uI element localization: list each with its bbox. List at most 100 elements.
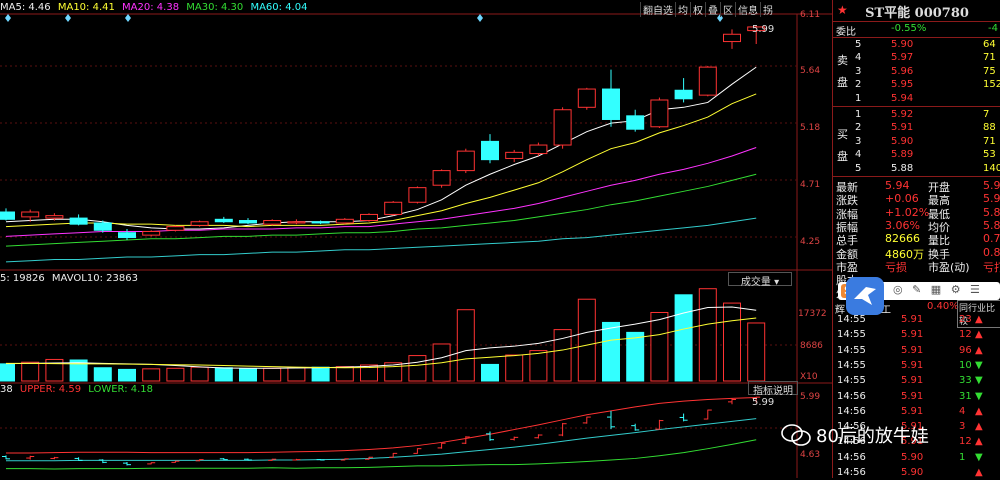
volume-bar xyxy=(650,311,669,382)
tick-row: 14:55 5.91 12 ▲ xyxy=(833,329,1000,342)
candle-body xyxy=(698,66,717,96)
arrow-down-icon: ▼ xyxy=(975,359,983,371)
candle-body xyxy=(505,151,524,159)
buy-level-price: 5.92 xyxy=(891,109,914,120)
quote-value-2: 5.8 xyxy=(983,218,1000,232)
candle-body xyxy=(45,215,64,219)
buy-level-row[interactable]: 4 5.89 53 xyxy=(833,149,1000,162)
tick-row: 14:56 5.91 4 ▲ xyxy=(833,406,1000,419)
sell-level-row[interactable]: 2 5.95 152 xyxy=(833,79,1000,92)
sell-level-number: 2 xyxy=(855,79,862,91)
sell-level-number: 4 xyxy=(855,52,862,64)
volume-bar xyxy=(335,366,354,382)
tick-time: 14:56 xyxy=(837,451,866,463)
signal-marker xyxy=(5,14,11,22)
tick-volume: 33 xyxy=(959,375,972,387)
buy-level-number: 5 xyxy=(855,162,862,174)
toolbar-turn[interactable]: 拐 xyxy=(760,2,775,17)
candle-body xyxy=(118,232,136,239)
chart-area[interactable]: MA5: 4.46 MA10: 4.41 MA20: 4.38 MA30: 4.… xyxy=(0,0,832,478)
sell-level-price: 5.90 xyxy=(891,39,914,50)
volume-bar xyxy=(0,363,15,382)
arrow-down-icon: ▼ xyxy=(975,451,983,463)
price-axis-4-25: 4.25 xyxy=(800,237,821,247)
sell-level-volume: 71 xyxy=(983,52,996,64)
weibi-label: 委比 xyxy=(836,27,856,38)
indicator-axis-bottom: 4.63 xyxy=(800,450,821,460)
volume-indicator-dropdown[interactable]: 成交量 ▾ xyxy=(728,272,792,288)
sell-level-volume: 152 xyxy=(983,79,1000,91)
tick-row: 14:56 5.90 1 ▼ xyxy=(833,452,1000,465)
toolbar-info[interactable]: 信息 xyxy=(735,2,760,17)
tick-volume: 1 xyxy=(959,451,966,463)
buy-level-volume: 71 xyxy=(983,135,996,147)
buy-level-volume: 140 xyxy=(983,162,1000,174)
quote-row: 总手 82666 量比 0.7 xyxy=(833,232,1000,247)
indicator-mid-line xyxy=(6,418,757,462)
buy-level-row[interactable]: 3 5.90 71 xyxy=(833,136,1000,149)
candle-body xyxy=(481,140,499,161)
buy-level-row[interactable]: 1 5.92 7 xyxy=(833,109,1000,122)
volume-bar xyxy=(674,294,693,382)
sell-level-row[interactable]: 3 5.96 75 xyxy=(833,66,1000,79)
quote-value: +1.02% xyxy=(885,205,930,219)
ma-line-ma10 xyxy=(5,93,757,228)
kline-chart[interactable] xyxy=(0,0,832,478)
tick-price: 5.91 xyxy=(901,405,924,417)
toolbar-overlay[interactable]: 叠 xyxy=(705,2,720,17)
tick-time: 14:56 xyxy=(837,405,866,417)
volume-bar xyxy=(21,361,40,382)
volume-legend: 5: 19826 MAVOL10: 23863 xyxy=(0,273,138,284)
quote-row: 市盈 亏损 市盈(动) 亏打 xyxy=(833,259,1000,274)
ma30-label: MA30: 4.30 xyxy=(186,2,244,13)
quote-value-2: 5.9 xyxy=(983,192,1000,206)
volume-bar xyxy=(456,309,475,382)
buy-level-price: 5.88 xyxy=(891,162,914,174)
volume-bar xyxy=(577,298,596,382)
indicator-upper-label: UPPER: 4.59 xyxy=(19,384,82,395)
tick-row: 14:56 5.90 ▲ xyxy=(833,467,1000,480)
stock-code: 000780 xyxy=(914,6,969,21)
candle-body xyxy=(384,201,403,215)
arrow-up-icon: ▲ xyxy=(975,405,983,417)
toolbar-rights[interactable]: 权 xyxy=(690,2,705,17)
buy-level-row[interactable]: 2 5.91 88 xyxy=(833,122,1000,135)
indicator-help-button[interactable]: 指标说明 xyxy=(748,381,798,397)
tick-price: 5.91 xyxy=(901,314,924,325)
sell-level-number: 5 xyxy=(855,39,862,50)
tick-volume: 10 xyxy=(959,359,972,371)
toolbar-range[interactable]: 区 xyxy=(720,2,735,17)
candle-body xyxy=(456,150,475,172)
arrow-up-icon: ▲ xyxy=(975,436,983,448)
weibi-value: -0.55% xyxy=(891,23,927,34)
ma-line-ma5 xyxy=(5,66,757,230)
bird-app-icon[interactable] xyxy=(846,277,884,315)
candle-body xyxy=(21,211,40,218)
arrow-up-icon: ▲ xyxy=(975,344,983,356)
buy-level-row[interactable]: 5 5.88 140 xyxy=(833,163,1000,176)
candle-body xyxy=(335,218,354,224)
weibi-row: 委比 -0.55% -4 xyxy=(833,23,1000,38)
tick-row: 14:55 5.91 96 ▲ xyxy=(833,345,1000,358)
sell-level-row[interactable]: 4 5.97 71 xyxy=(833,52,1000,65)
price-axis-6-11: 6.11 xyxy=(800,10,821,20)
quote-value-2: 0.81% xyxy=(983,245,1000,259)
volume-bar xyxy=(505,354,524,382)
sell-level-price: 5.95 xyxy=(891,79,914,91)
indicator-upper-line xyxy=(6,397,757,454)
toolbar-avg[interactable]: 均 xyxy=(675,2,690,17)
indicator-legend: 38 UPPER: 4.59 LOWER: 4.18 xyxy=(0,384,153,395)
buy-level-price: 5.89 xyxy=(891,149,914,161)
tick-time: 14:55 xyxy=(837,329,866,341)
buy-level-price: 5.91 xyxy=(891,122,914,134)
tick-volume: 12 xyxy=(959,436,972,448)
tick-time: 14:56 xyxy=(837,467,866,478)
arrow-up-icon: ▲ xyxy=(975,314,983,325)
sector-pct: 0.40% xyxy=(927,301,959,312)
volume-axis-top: 17372 xyxy=(798,309,827,319)
ime-tool-icons[interactable]: · ◎ ✎ ▦ ⚙ ☰ xyxy=(880,283,983,296)
sell-level-row[interactable]: 5 5.90 64 xyxy=(833,39,1000,52)
price-axis-5-18: 5.18 xyxy=(800,123,821,133)
toolbar-add-favorite[interactable]: 翻自选 xyxy=(640,2,675,17)
sell-level-row[interactable]: 1 5.94 xyxy=(833,93,1000,106)
